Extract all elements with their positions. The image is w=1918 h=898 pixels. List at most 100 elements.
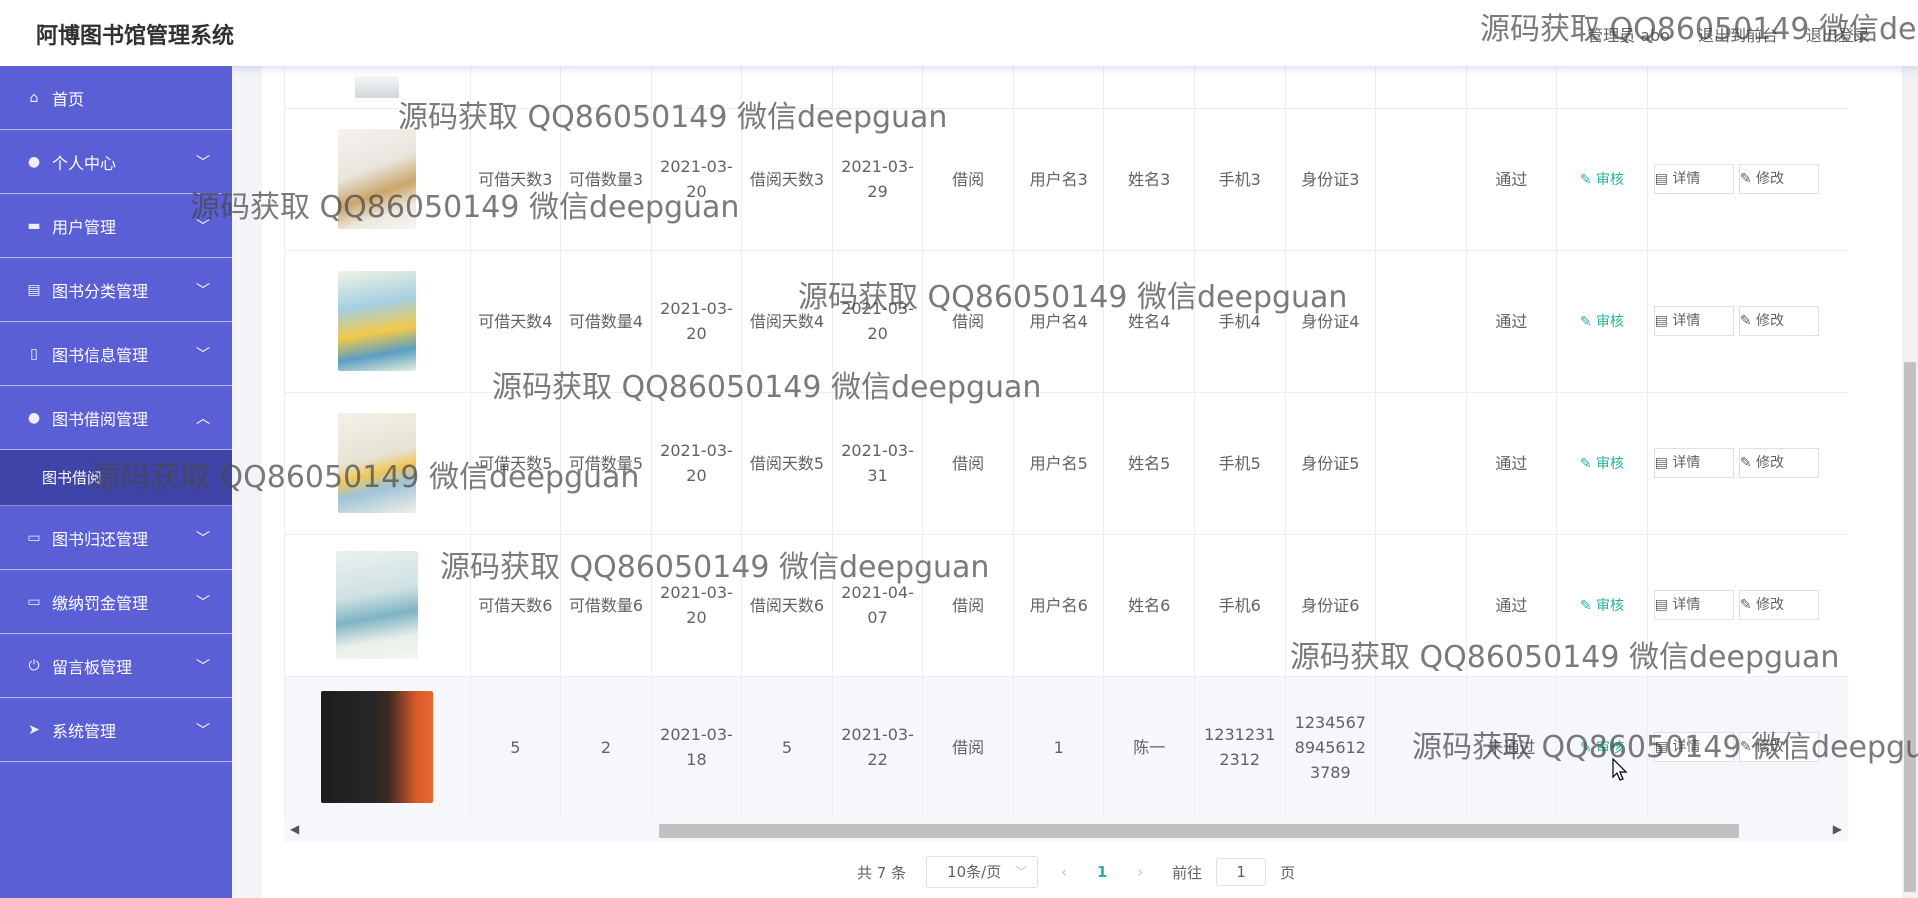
goto-page-input[interactable]: 1 <box>1216 858 1267 886</box>
scroll-left-icon[interactable]: ◀ <box>290 822 299 836</box>
edit-icon: ✎ <box>1739 313 1756 329</box>
detail-button[interactable]: ▤ 详情 <box>1653 164 1734 194</box>
edit-label: 修改 <box>1756 739 1784 755</box>
audit-button[interactable]: ✎ 审核 <box>1580 598 1624 614</box>
chevron-down-icon: ﹀ <box>1015 865 1028 879</box>
next-page-icon[interactable]: › <box>1128 863 1152 881</box>
logout-link[interactable]: 退出登录 <box>1806 22 1870 46</box>
edit-button[interactable]: ✎ 修改 <box>1738 448 1819 478</box>
user-icon: ● <box>27 153 41 170</box>
table-row: 可借天数4 可借数量4 2021-03-20 借阅天数4 2021-03-20 … <box>285 250 1848 393</box>
chevron-down-icon: ﹀ <box>196 723 210 739</box>
sidebar-item-home[interactable]: ⌂ 首页 <box>0 66 232 130</box>
document-icon: ▤ <box>1654 597 1673 613</box>
sidebar-item-book-info[interactable]: ▯ 图书信息管理 ﹀ <box>0 322 232 386</box>
actions-cell: ▤ 详情 ✎ 修改 <box>1647 392 1848 535</box>
detail-button[interactable]: ▤ 详情 <box>1653 590 1734 620</box>
detail-button[interactable]: ▤ 详情 <box>1653 306 1734 336</box>
prev-page-icon[interactable]: ‹ <box>1052 863 1076 881</box>
book-cover-cell <box>285 534 471 677</box>
table-cell: 身份证4 <box>1285 250 1377 393</box>
actions-cell: ▤ 详情 ✎ 修改 <box>1647 534 1848 677</box>
audit-button[interactable]: ✎ 审核 <box>1580 456 1624 472</box>
edit-label: 修改 <box>1756 171 1784 187</box>
table-cell: 2021-04-07 <box>832 534 924 677</box>
edit-label: 修改 <box>1756 313 1784 329</box>
monitor-icon: ▭ <box>27 529 41 546</box>
sidebar-item-label: 留言板管理 <box>52 657 133 677</box>
vertical-scrollbar[interactable] <box>1902 66 1918 898</box>
edit-button[interactable]: ✎ 修改 <box>1738 164 1819 194</box>
edit-icon: ✎ <box>1579 597 1597 614</box>
sidebar-item-book-return[interactable]: ▭ 图书归还管理 ﹀ <box>0 506 232 570</box>
audit-button[interactable]: ✎ 审核 <box>1580 314 1624 330</box>
book-icon: ▯ <box>30 345 38 362</box>
scrollbar-thumb[interactable] <box>659 824 1739 838</box>
audit-button[interactable]: ✎ 审核 <box>1580 740 1624 756</box>
table-cell <box>1375 250 1467 393</box>
edit-button[interactable]: ✎ 修改 <box>1738 590 1819 620</box>
sidebar-item-personal-center[interactable]: ● 个人中心 ﹀ <box>0 130 232 194</box>
sidebar-item-label: 图书归还管理 <box>52 529 149 549</box>
audit-button[interactable]: ✎ 审核 <box>1580 172 1624 188</box>
header-actions: 管理员 abo 退出到前台 退出登录 <box>1587 22 1870 46</box>
table-row: 可借天数5 可借数量5 2021-03-20 借阅天数5 2021-03-31 … <box>285 392 1848 535</box>
book-cover-cell <box>285 66 471 109</box>
horizontal-scrollbar[interactable]: ◀ ▶ <box>284 818 1848 842</box>
status-cell: 通过 <box>1466 534 1558 677</box>
scrollbar-thumb[interactable] <box>1904 362 1916 892</box>
edit-button[interactable]: ✎ 修改 <box>1738 306 1819 336</box>
table-cell: 借阅 <box>922 108 1014 251</box>
goto-suffix: 页 <box>1280 863 1296 882</box>
sidebar-item-book-borrow[interactable]: ● 图书借阅管理 ︿ <box>0 386 232 450</box>
edit-icon: ✎ <box>1579 739 1597 756</box>
table-cell: 身份证5 <box>1285 392 1377 535</box>
sidebar-item-label: 用户管理 <box>52 217 117 237</box>
edit-label: 修改 <box>1756 455 1784 471</box>
edit-icon: ✎ <box>1579 171 1597 188</box>
main-content: 可借天数3 可借数量3 2021-03-20 借阅天数3 2021-03-29 … <box>262 66 1902 898</box>
table-cell: 姓名5 <box>1103 392 1195 535</box>
book-cover-image <box>338 271 417 371</box>
sidebar-item-label: 图书信息管理 <box>52 345 149 365</box>
sidebar-item-user-management[interactable]: ▬ 用户管理 ﹀ <box>0 194 232 258</box>
chevron-down-icon: ﹀ <box>196 595 210 611</box>
table-cell: 2 <box>560 676 652 818</box>
document-icon: ▤ <box>1654 739 1673 755</box>
table-cell: 可借数量6 <box>560 534 652 677</box>
sidebar-item-system[interactable]: ➤ 系统管理 ﹀ <box>0 698 232 762</box>
book-cover-image <box>338 129 417 229</box>
sidebar-item-fine[interactable]: ▭ 缴纳罚金管理 ﹀ <box>0 570 232 634</box>
audit-label: 审核 <box>1596 171 1625 188</box>
send-icon: ➤ <box>28 721 40 738</box>
sidebar-subitem-label: 图书借阅 <box>42 469 103 487</box>
edit-button[interactable]: ✎ 修改 <box>1738 732 1819 762</box>
detail-button[interactable]: ▤ 详情 <box>1653 732 1734 762</box>
table-row <box>285 66 1848 109</box>
detail-label: 详情 <box>1672 313 1701 329</box>
sidebar-subitem-book-borrow[interactable]: 图书借阅 <box>0 450 232 506</box>
document-icon: ▤ <box>1654 313 1673 329</box>
status-cell: 未通过 <box>1466 676 1558 818</box>
table-cell <box>1375 108 1467 251</box>
edit-icon: ✎ <box>1739 455 1756 471</box>
audit-cell: ✎ 审核 <box>1556 392 1648 535</box>
back-to-front-link[interactable]: 退出到前台 <box>1698 22 1778 46</box>
admin-user-label[interactable]: 管理员 abo <box>1587 22 1670 46</box>
detail-button[interactable]: ▤ 详情 <box>1653 448 1734 478</box>
book-cover-cell <box>285 250 471 393</box>
scroll-right-icon[interactable]: ▶ <box>1833 822 1842 836</box>
page-size-select[interactable]: 10条/页 ﹀ <box>926 856 1039 888</box>
clipboard-icon: ▤ <box>27 281 41 298</box>
status-cell: 通过 <box>1466 108 1558 251</box>
table-cell: 12312312312 <box>1194 676 1286 818</box>
table-cell: 2021-03-20 <box>651 534 743 677</box>
table-cell: 用户名5 <box>1013 392 1105 535</box>
chevron-up-icon: ︿ <box>196 411 210 427</box>
current-page[interactable]: 1 <box>1090 863 1114 881</box>
detail-label: 详情 <box>1672 739 1701 755</box>
sidebar-item-label: 图书分类管理 <box>52 281 149 301</box>
sidebar-item-book-category[interactable]: ▤ 图书分类管理 ﹀ <box>0 258 232 322</box>
table-cell: 2021-03-20 <box>651 250 743 393</box>
sidebar-item-message-board[interactable]: ⏻ 留言板管理 ﹀ <box>0 634 232 698</box>
